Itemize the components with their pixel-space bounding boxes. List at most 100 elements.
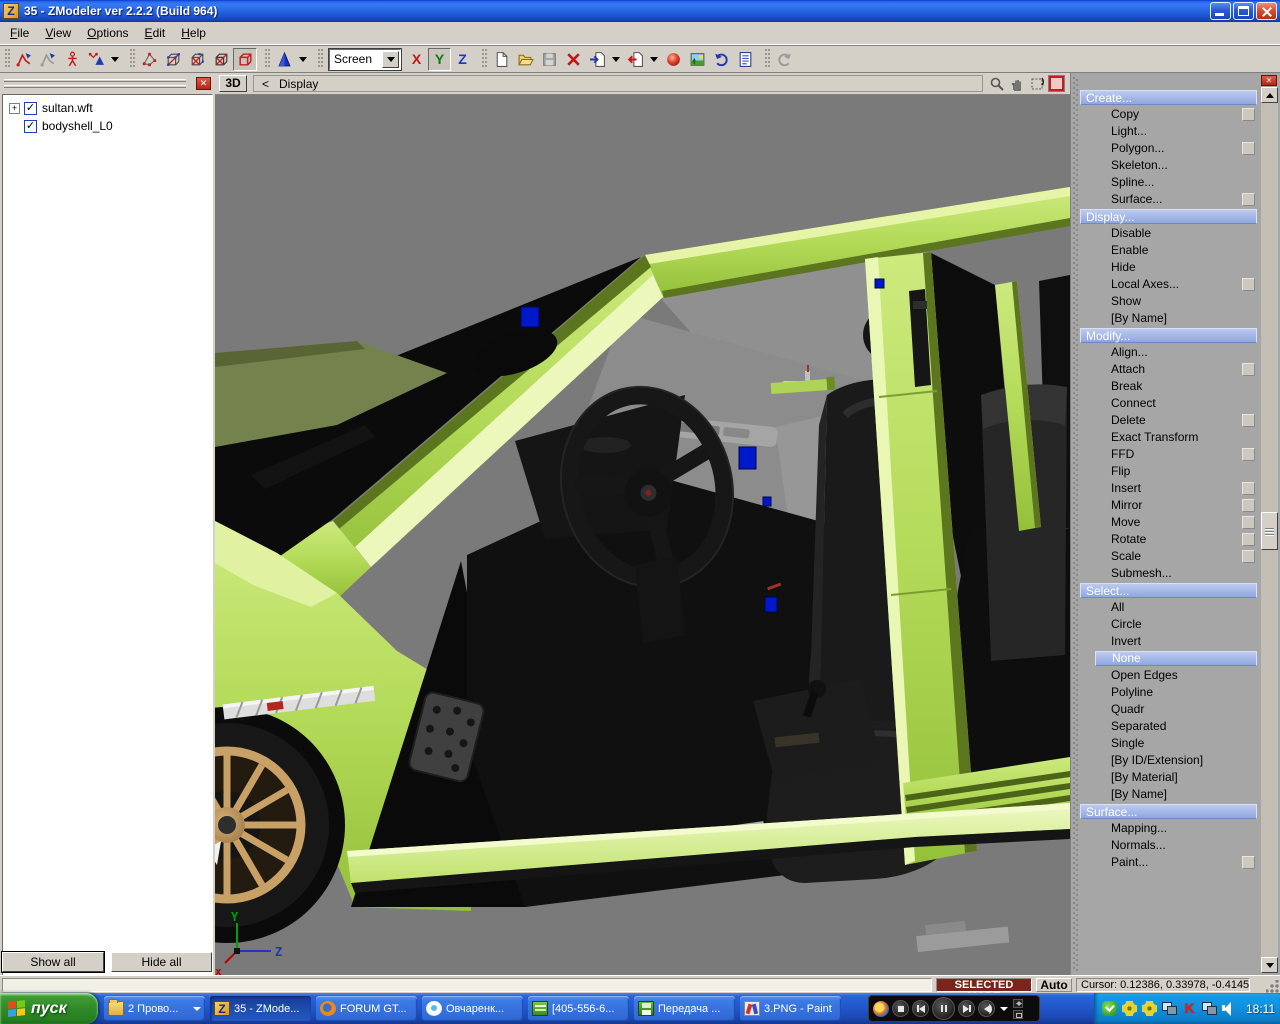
show-all-button[interactable]: Show all <box>1 951 105 973</box>
tree-item-bodyshell-l0[interactable]: ✓ bodyshell_L0 <box>5 117 210 135</box>
taskbar-button-[interactable]: Передача ... <box>634 996 735 1021</box>
cmd-none[interactable]: None <box>1095 651 1257 666</box>
cmd-enable[interactable]: Enable <box>1080 242 1257 259</box>
save-button[interactable] <box>537 48 561 71</box>
options-checkbox[interactable] <box>1242 550 1255 563</box>
resize-grip[interactable] <box>1266 980 1279 993</box>
toolbar-grip[interactable] <box>317 49 324 69</box>
icq-flower-icon[interactable] <box>1142 1001 1157 1016</box>
previous-track-button[interactable] <box>912 1000 929 1017</box>
cmd-move[interactable]: Move <box>1080 514 1257 531</box>
cmd-polygon[interactable]: Polygon... <box>1080 140 1257 157</box>
cmd-ffd[interactable]: FFD <box>1080 446 1257 463</box>
cmd-attach[interactable]: Attach <box>1080 361 1257 378</box>
render-sphere-button[interactable] <box>661 48 685 71</box>
scroll-up-button[interactable] <box>1261 87 1278 103</box>
cmd-mirror[interactable]: Mirror <box>1080 497 1257 514</box>
cmd-light[interactable]: Light... <box>1080 123 1257 140</box>
options-checkbox[interactable] <box>1242 108 1255 121</box>
cmd-by-name[interactable]: [By Name] <box>1080 310 1257 327</box>
chevron-down-icon[interactable] <box>111 56 119 62</box>
objects-level-button[interactable] <box>233 47 257 71</box>
redo-button[interactable] <box>772 48 796 71</box>
pause-button[interactable] <box>932 997 955 1020</box>
ik-pose-button[interactable] <box>12 48 36 71</box>
cmd-delete[interactable]: Delete <box>1080 412 1257 429</box>
start-button[interactable]: пуск <box>0 993 98 1024</box>
chevron-down-icon[interactable] <box>382 50 399 68</box>
volume-icon[interactable] <box>1222 1001 1237 1016</box>
cmd-separated[interactable]: Separated <box>1080 718 1257 735</box>
edges-level-button[interactable] <box>161 48 185 71</box>
cmd-hide[interactable]: Hide <box>1080 259 1257 276</box>
next-track-button[interactable] <box>958 1000 975 1017</box>
toolbar-grip[interactable] <box>4 49 11 69</box>
panel-drag-handle[interactable]: ✕ <box>0 75 215 93</box>
options-checkbox[interactable] <box>1242 856 1255 869</box>
taskbar-button-forum-gt[interactable]: FORUM GT... <box>316 996 417 1021</box>
undo-button[interactable] <box>709 48 733 71</box>
cmd-by-name[interactable]: [By Name] <box>1080 786 1257 803</box>
cmd-invert[interactable]: Invert <box>1080 633 1257 650</box>
toolbar-grip[interactable] <box>129 49 136 69</box>
options-checkbox[interactable] <box>1242 278 1255 291</box>
toolbar-grip[interactable] <box>764 49 771 69</box>
faces-level-button[interactable] <box>185 48 209 71</box>
panel-drag-handle[interactable] <box>1073 77 1078 971</box>
cmd-spline[interactable]: Spline... <box>1080 174 1257 191</box>
auto-toggle[interactable]: Auto <box>1036 978 1072 992</box>
cmd-insert[interactable]: Insert <box>1080 480 1257 497</box>
expand-icon[interactable]: + <box>9 102 20 114</box>
section-header-select[interactable]: Select... <box>1080 583 1257 598</box>
stop-button[interactable] <box>892 1000 909 1017</box>
ik-chain-button[interactable] <box>36 48 60 71</box>
options-checkbox[interactable] <box>1242 193 1255 206</box>
chevron-down-icon[interactable] <box>650 56 658 62</box>
visibility-checkbox[interactable]: ✓ <box>24 101 37 115</box>
maximize-viewport-button[interactable] <box>1048 75 1065 92</box>
options-checkbox[interactable] <box>1242 482 1255 495</box>
hide-all-button[interactable]: Hide all <box>111 952 212 972</box>
chevron-down-icon[interactable] <box>612 56 620 62</box>
taskbar-button-3-png-paint[interactable]: 3.PNG - Paint <box>740 996 841 1021</box>
taskbar-button-[interactable]: Овчаренк... <box>422 996 523 1021</box>
cmd-normals[interactable]: Normals... <box>1080 837 1257 854</box>
cmd-flip[interactable]: Flip <box>1080 463 1257 480</box>
menu-view[interactable]: View <box>37 23 79 43</box>
options-checkbox[interactable] <box>1242 533 1255 546</box>
export-button[interactable] <box>623 48 647 71</box>
network-icon[interactable] <box>1202 1001 1217 1016</box>
section-header-surface[interactable]: Surface... <box>1080 804 1257 819</box>
menu-edit[interactable]: Edit <box>137 23 174 43</box>
network-icon[interactable] <box>1162 1001 1177 1016</box>
axis-z-button[interactable]: Z <box>451 48 474 71</box>
axis-x-button[interactable]: X <box>405 48 428 71</box>
section-header-display[interactable]: Display... <box>1080 209 1257 224</box>
locator-cone-button[interactable] <box>272 48 296 71</box>
vertices-level-button[interactable] <box>137 48 161 71</box>
cmd-connect[interactable]: Connect <box>1080 395 1257 412</box>
view-mode-tab[interactable]: 3D <box>219 75 247 92</box>
cmd-by-material[interactable]: [By Material] <box>1080 769 1257 786</box>
cmd-disable[interactable]: Disable <box>1080 225 1257 242</box>
cmd-quadr[interactable]: Quadr <box>1080 701 1257 718</box>
cmd-by-id-extension[interactable]: [By ID/Extension] <box>1080 752 1257 769</box>
orbit-icon[interactable] <box>1029 76 1045 92</box>
open-file-button[interactable] <box>513 48 537 71</box>
tree-item-sultan-wft[interactable]: + ✓ sultan.wft <box>5 99 210 117</box>
tree-label[interactable]: bodyshell_L0 <box>42 119 113 133</box>
cmd-polyline[interactable]: Polyline <box>1080 684 1257 701</box>
command-scrollbar[interactable] <box>1261 87 1278 973</box>
restore-player-button[interactable] <box>1013 1009 1023 1019</box>
options-checkbox[interactable] <box>1242 142 1255 155</box>
icq-flower-icon[interactable] <box>1122 1001 1137 1016</box>
taskbar-button-2[interactable]: 2 Прово... <box>104 996 205 1021</box>
cmd-exact-transform[interactable]: Exact Transform <box>1080 429 1257 446</box>
screen-mode-select[interactable]: Screen <box>328 47 402 71</box>
viewport-breadcrumb-bar[interactable]: < Display <box>253 75 983 92</box>
section-header-create[interactable]: Create... <box>1080 90 1257 105</box>
maximize-button[interactable] <box>1233 2 1254 20</box>
options-checkbox[interactable] <box>1242 448 1255 461</box>
chevron-down-icon[interactable] <box>1000 1006 1008 1011</box>
expand-toolbar-button[interactable] <box>1013 998 1023 1008</box>
